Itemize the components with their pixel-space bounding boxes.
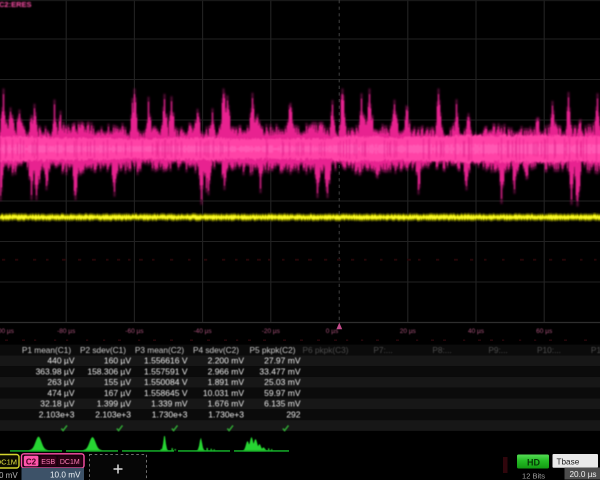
svg-text:-80 µs: -80 µs bbox=[57, 328, 76, 335]
svg-text:P5 pkpk(C2): P5 pkpk(C2) bbox=[249, 345, 295, 355]
svg-text:474 µV: 474 µV bbox=[47, 388, 74, 398]
svg-text:2.103e+3: 2.103e+3 bbox=[95, 410, 131, 420]
svg-text:1.556616 V: 1.556616 V bbox=[144, 356, 188, 366]
svg-text:1.558645 V: 1.558645 V bbox=[144, 388, 188, 398]
svg-text:60 µs: 60 µs bbox=[536, 328, 553, 335]
svg-text:0 mV: 0 mV bbox=[0, 471, 18, 480]
svg-text:1.676 mV: 1.676 mV bbox=[208, 399, 245, 409]
svg-text:DC1M: DC1M bbox=[60, 459, 80, 466]
svg-text:P1: P1 bbox=[591, 345, 600, 355]
svg-text:2.966 mV: 2.966 mV bbox=[208, 366, 245, 376]
svg-text:20.0 µs: 20.0 µs bbox=[570, 470, 597, 479]
svg-text:P9:...: P9:... bbox=[488, 345, 507, 355]
svg-text:12 Bits: 12 Bits bbox=[522, 471, 545, 480]
svg-text:1.550084 V: 1.550084 V bbox=[144, 377, 188, 387]
svg-text:292: 292 bbox=[286, 410, 300, 420]
svg-text:Tbase: Tbase bbox=[557, 457, 580, 466]
svg-text:-40 µs: -40 µs bbox=[193, 328, 212, 335]
svg-text:20 µs: 20 µs bbox=[400, 328, 417, 335]
svg-text:59.97 mV: 59.97 mV bbox=[264, 388, 301, 398]
svg-text:C2: C2 bbox=[26, 457, 37, 466]
svg-text:P8:...: P8:... bbox=[432, 345, 451, 355]
svg-text:1.891 mV: 1.891 mV bbox=[208, 377, 245, 387]
svg-text:P3 mean(C2): P3 mean(C2) bbox=[135, 345, 185, 355]
svg-text:-60 µs: -60 µs bbox=[125, 328, 144, 335]
svg-text:158.306 µV: 158.306 µV bbox=[87, 366, 131, 376]
svg-text:2.103e+3: 2.103e+3 bbox=[39, 410, 75, 420]
svg-text:6.135 mV: 6.135 mV bbox=[264, 399, 301, 409]
svg-text:263 µV: 263 µV bbox=[47, 377, 74, 387]
svg-text:40 µs: 40 µs bbox=[468, 328, 485, 335]
svg-text:P6 pkpk(C3): P6 pkpk(C3) bbox=[302, 345, 348, 355]
svg-text:1.557591 V: 1.557591 V bbox=[144, 366, 188, 376]
svg-text:440 µV: 440 µV bbox=[47, 356, 74, 366]
svg-text:P7:...: P7:... bbox=[373, 345, 392, 355]
svg-text:P2 sdev(C1): P2 sdev(C1) bbox=[80, 345, 126, 355]
svg-text:P1 mean(C1): P1 mean(C1) bbox=[22, 345, 72, 355]
svg-text:10.031 mV: 10.031 mV bbox=[203, 388, 244, 398]
svg-text:1.730e+3: 1.730e+3 bbox=[152, 410, 188, 420]
svg-text:-100 µs: -100 µs bbox=[0, 328, 15, 335]
svg-text:C2:ERES: C2:ERES bbox=[0, 0, 32, 9]
svg-text:1.399 µV: 1.399 µV bbox=[97, 399, 132, 409]
svg-text:32.18 µV: 32.18 µV bbox=[40, 399, 75, 409]
svg-text:167 µV: 167 µV bbox=[104, 388, 131, 398]
svg-text:33.477 mV: 33.477 mV bbox=[259, 366, 300, 376]
svg-text:155 µV: 155 µV bbox=[104, 377, 131, 387]
svg-text:363.98 µV: 363.98 µV bbox=[36, 366, 75, 376]
svg-text:P4 sdev(C2): P4 sdev(C2) bbox=[193, 345, 239, 355]
svg-text:2.200 mV: 2.200 mV bbox=[208, 356, 245, 366]
svg-text:10.0 mV: 10.0 mV bbox=[50, 470, 81, 479]
svg-text:DC1M: DC1M bbox=[0, 458, 17, 467]
svg-text:27.97 mV: 27.97 mV bbox=[264, 356, 301, 366]
svg-text:160 µV: 160 µV bbox=[104, 356, 131, 366]
svg-text:-20 µs: -20 µs bbox=[262, 328, 281, 335]
svg-text:1.339 mV: 1.339 mV bbox=[151, 399, 188, 409]
svg-text:25.03 mV: 25.03 mV bbox=[264, 377, 301, 387]
svg-text:P10:...: P10:... bbox=[537, 345, 561, 355]
svg-text:ESB: ESB bbox=[41, 459, 55, 466]
svg-text:1.730e+3: 1.730e+3 bbox=[208, 410, 244, 420]
svg-text:HD: HD bbox=[527, 457, 540, 467]
